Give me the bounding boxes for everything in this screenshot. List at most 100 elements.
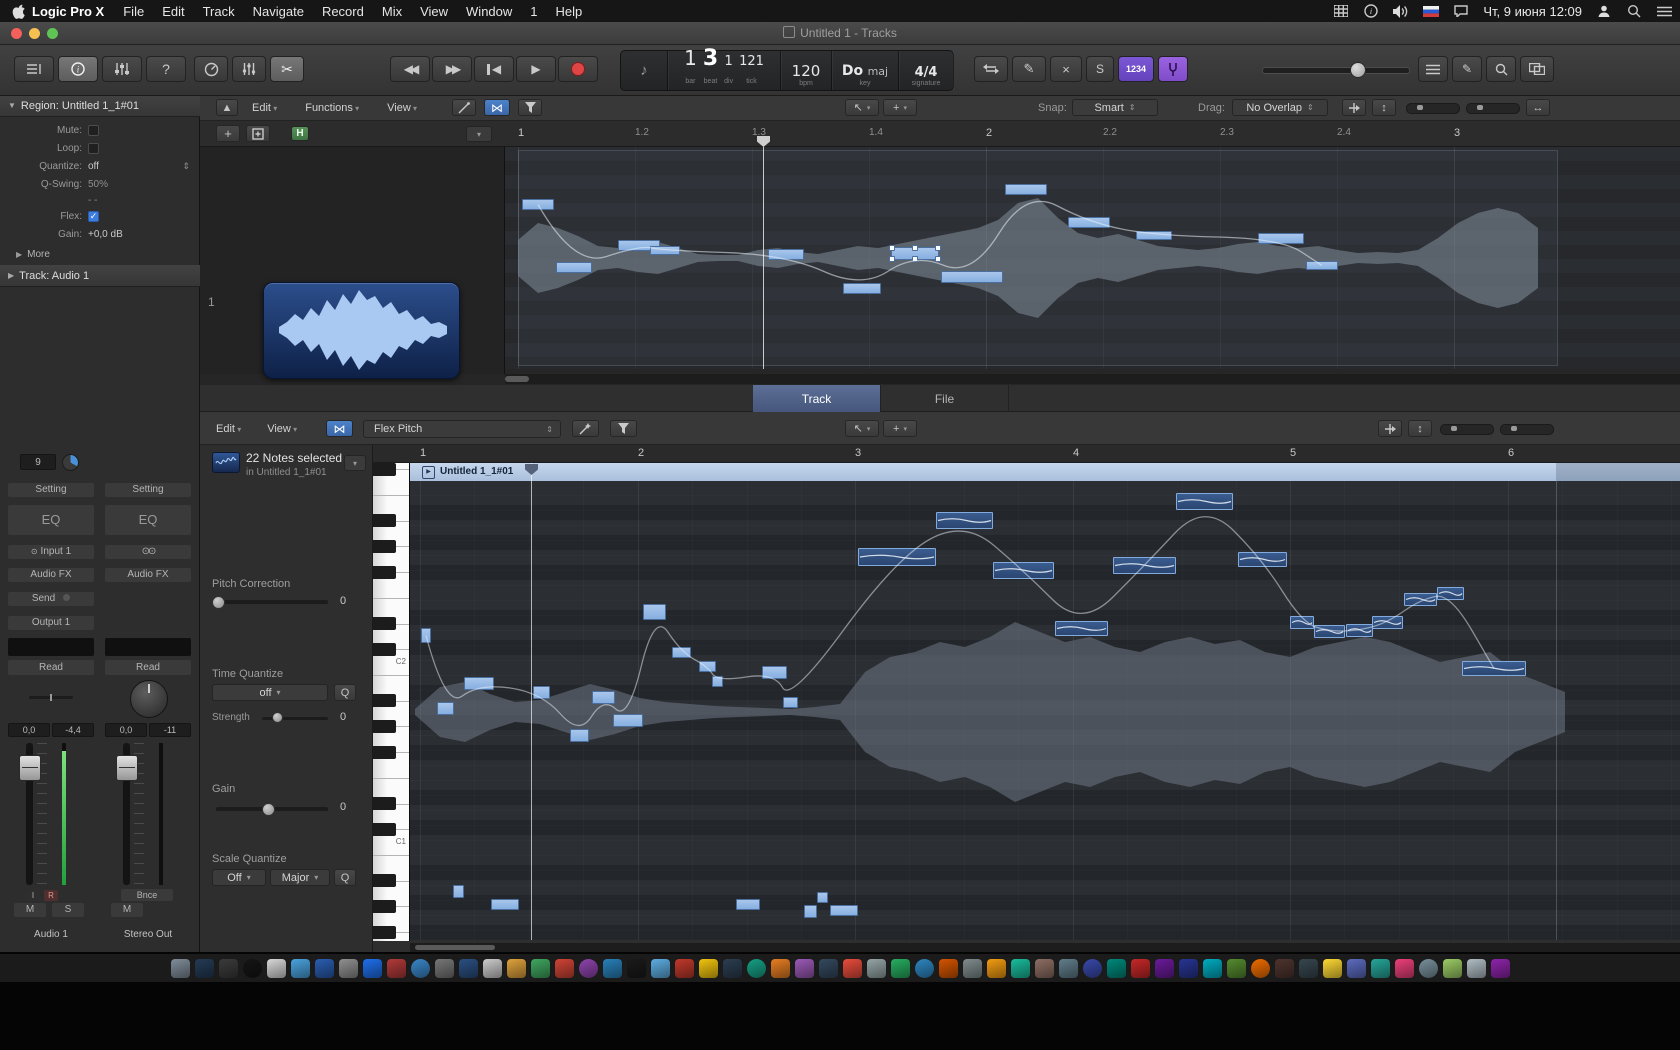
output-button[interactable]: Output 1 <box>8 616 94 630</box>
volume-knob[interactable] <box>1350 62 1366 78</box>
tab-track[interactable]: Track <box>753 385 881 412</box>
lcd-signature[interactable]: 4/4signature <box>899 51 953 90</box>
pointer-tool-selector[interactable]: ↖▾ <box>845 420 879 437</box>
editor-ruler-row[interactable]: 123456 <box>373 445 1680 463</box>
flex-pitch-note[interactable] <box>437 702 454 715</box>
pitch-correction-knob[interactable] <box>212 596 225 609</box>
piano-key-black[interactable] <box>373 463 396 476</box>
window-title-bar[interactable]: Untitled 1 - Tracks <box>0 22 1680 45</box>
flex-pitch-note[interactable] <box>768 249 804 260</box>
horizontal-zoom-slider[interactable] <box>1406 103 1460 114</box>
flex-pitch-note[interactable] <box>522 199 554 210</box>
menu-file[interactable]: File <box>123 4 144 19</box>
dock-icon[interactable] <box>1059 959 1078 978</box>
stepper-icon[interactable]: ⇕ <box>182 161 190 172</box>
stop-button[interactable]: ◀ <box>474 56 514 82</box>
dock-icon[interactable] <box>915 959 934 978</box>
lcd-tempo[interactable]: 120bpm <box>781 51 832 90</box>
dock-icon[interactable] <box>315 959 334 978</box>
flex-pitch-note[interactable] <box>1238 552 1287 567</box>
autopunch-pencil-button[interactable]: ✎ <box>1012 56 1046 82</box>
track-icon[interactable] <box>263 282 460 379</box>
cycle-button[interactable] <box>974 56 1008 82</box>
flex-pitch-note[interactable] <box>453 885 464 898</box>
flex-pitch-note[interactable] <box>936 512 993 529</box>
dock-icon[interactable] <box>1083 959 1102 978</box>
strip-number[interactable]: 9 <box>20 454 56 470</box>
piano-key-black[interactable] <box>373 926 396 939</box>
dock-icon[interactable] <box>651 959 670 978</box>
piano-key-black[interactable] <box>373 720 396 733</box>
info-circle-icon[interactable]: i <box>1363 3 1379 19</box>
piano-key-black[interactable] <box>373 746 396 759</box>
fader-cap[interactable] <box>116 755 138 781</box>
tuner-button[interactable] <box>1158 56 1188 82</box>
flex-pitch-note[interactable] <box>421 628 431 643</box>
dock-icon[interactable] <box>1467 959 1486 978</box>
tracks-hscrollbar[interactable] <box>505 374 1680 384</box>
bounce-button[interactable]: Bnce <box>121 889 173 901</box>
setting-button[interactable]: Setting <box>105 483 191 497</box>
flex-pitch-note[interactable] <box>941 271 1003 283</box>
dock-icon[interactable] <box>1419 959 1438 978</box>
piano-key-black[interactable] <box>373 797 396 810</box>
input-language-flag-icon[interactable] <box>1423 3 1439 19</box>
flex-pitch-note[interactable] <box>1258 233 1304 244</box>
gain-knob[interactable] <box>262 803 275 816</box>
master-volume-slider[interactable] <box>1262 61 1408 77</box>
pointer-tool-selector[interactable]: ↖▾ <box>845 99 879 116</box>
menu-edit[interactable]: Edit <box>252 102 277 114</box>
volume-icon[interactable] <box>1393 3 1409 19</box>
mute-checkbox[interactable] <box>88 125 99 136</box>
lcd-key[interactable]: Do majkey <box>832 51 899 90</box>
automation-read-button[interactable]: Read <box>8 660 94 675</box>
track-inspector-header[interactable]: ▶ Track: Audio 1 <box>0 265 200 287</box>
scale-type-dropdown[interactable]: Major▾ <box>270 869 330 886</box>
volume-value[interactable]: 0,0 <box>8 723 50 737</box>
record-enable-button[interactable]: R <box>44 890 58 901</box>
dock-icon[interactable] <box>219 959 238 978</box>
region-inspector-header[interactable]: ▼ Region: Untitled 1_1#01 <box>0 95 200 117</box>
menu-functions[interactable]: Functions <box>305 102 359 114</box>
menubar-clock[interactable]: Чт, 9 июня 12:09 <box>1483 4 1582 19</box>
flex-pitch-note[interactable] <box>570 729 589 742</box>
menu-window[interactable]: Window <box>466 4 512 19</box>
vertical-auto-zoom-icon[interactable]: ↕ <box>1408 420 1432 437</box>
setting-button[interactable]: Setting <box>8 483 94 497</box>
flex-pitch-note[interactable] <box>804 905 817 918</box>
eq-button[interactable]: EQ <box>105 505 191 535</box>
filter-funnel-icon[interactable] <box>610 420 637 437</box>
dock[interactable] <box>0 954 1680 982</box>
flex-pitch-note[interactable] <box>1005 184 1047 195</box>
rewind-button[interactable]: ◀◀ <box>390 56 430 82</box>
flex-pitch-note[interactable] <box>762 666 787 679</box>
piano-key-black[interactable] <box>373 900 396 913</box>
flex-pitch-note[interactable] <box>858 548 936 566</box>
flex-pitch-note[interactable] <box>650 246 680 255</box>
flex-pitch-note[interactable] <box>672 647 691 658</box>
lcd-display[interactable]: ♪ 1bar 3beat 1div 121tick 120bpm Do majk… <box>620 50 954 91</box>
menu-navigate[interactable]: Navigate <box>253 4 304 19</box>
piano-key-black[interactable] <box>373 643 396 656</box>
more-row[interactable]: ▶ More <box>0 246 200 262</box>
editor-hscrollbar[interactable] <box>410 943 1680 952</box>
dock-icon[interactable] <box>891 959 910 978</box>
dock-icon[interactable] <box>1323 959 1342 978</box>
dock-icon[interactable] <box>1299 959 1318 978</box>
piano-key-black[interactable] <box>373 540 396 553</box>
dock-icon[interactable] <box>819 959 838 978</box>
dock-icon[interactable] <box>243 959 262 978</box>
dock-icon[interactable] <box>579 959 598 978</box>
dock-icon[interactable] <box>723 959 742 978</box>
notification-icon[interactable] <box>1453 3 1469 19</box>
menu-track[interactable]: Track <box>203 4 235 19</box>
flex-pitch-note[interactable] <box>592 691 615 704</box>
mute-button[interactable]: M <box>14 903 46 917</box>
replace-button[interactable]: × <box>1050 56 1082 82</box>
count-in-button[interactable]: 1234 <box>1118 56 1154 82</box>
fader-cap[interactable] <box>19 755 41 781</box>
dock-icon[interactable] <box>507 959 526 978</box>
stereo-format-button[interactable]: ⊙⊙ <box>105 545 191 559</box>
mixer-button[interactable] <box>102 56 142 82</box>
flex-pitch-note[interactable] <box>1068 217 1110 228</box>
